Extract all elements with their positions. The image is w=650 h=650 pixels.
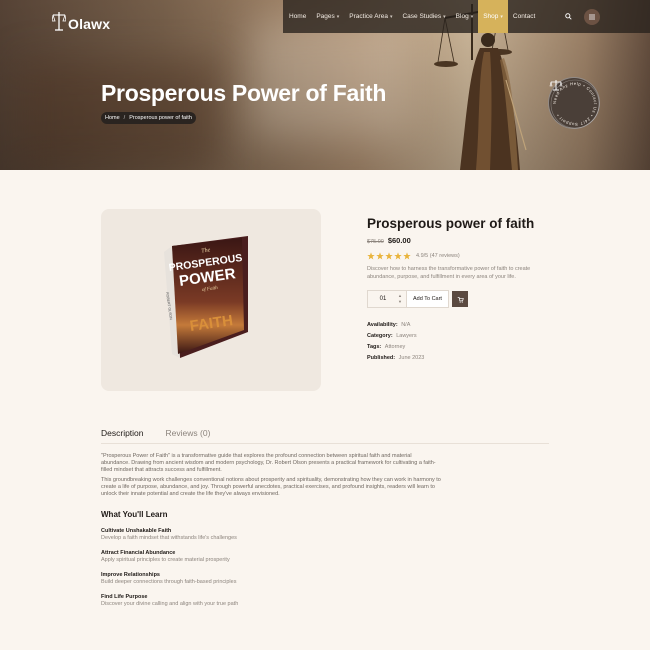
chevron-down-icon: ▾ (470, 13, 474, 20)
meta-published: Published: June 2023 (367, 353, 557, 364)
star-icon (403, 252, 411, 260)
page-title: Prosperous Power of Faith (101, 80, 387, 106)
main-nav: Home Pages ▾ Practice Area ▾ Case Studie… (283, 0, 650, 33)
meta-label: Published: (367, 355, 396, 361)
breadcrumb-current: Prosperous power of faith (129, 115, 192, 121)
learn-item-desc: Build deeper connections through faith-b… (101, 578, 237, 585)
list-item: Find Life Purpose Discover your divine c… (101, 594, 441, 607)
product-info: Prosperous power of faith $75.00 $60.00 … (367, 216, 557, 364)
product-meta: Availability: N/A Category: Lawyers Tags… (367, 320, 557, 364)
add-to-cart-button[interactable]: Add To Cart (407, 290, 449, 308)
star-icon (394, 252, 402, 260)
meta-value: June 2023 (398, 355, 425, 361)
star-icon (367, 252, 375, 260)
scales-logo-icon (52, 12, 66, 31)
description-paragraph: This groundbreaking work challenges conv… (101, 477, 441, 497)
nav-item-contact[interactable]: Contact (508, 0, 540, 33)
cart-controls: 01 ▲ ▼ Add To Cart (367, 290, 557, 308)
breadcrumb-separator: / (123, 115, 126, 121)
nav-label: Blog (455, 13, 469, 20)
nav-label: Pages (316, 13, 335, 20)
chevron-down-icon: ▾ (443, 13, 446, 20)
meta-availability: Availability: N/A (367, 320, 557, 331)
brand-name: Olawx (68, 16, 111, 32)
category-link[interactable]: Lawyers (396, 333, 416, 339)
nav-label: Case Studies (402, 13, 442, 20)
tab-description[interactable]: Description (101, 428, 166, 443)
rating: 4.9/5 (47 reviews) (367, 252, 557, 260)
meta-label: Availability: (367, 322, 398, 328)
product-description: Discover how to harness the transformati… (367, 266, 531, 280)
description-paragraph: "Prosperous Power of Faith" is a transfo… (101, 453, 436, 473)
chevron-down-icon: ▾ (336, 13, 340, 20)
brand-logo[interactable]: Olawx (52, 10, 110, 32)
nav-item-home[interactable]: Home (283, 0, 311, 33)
description-panel: "Prosperous Power of Faith" is a transfo… (101, 453, 441, 607)
rating-text: 4.9/5 (47 reviews) (416, 253, 460, 259)
quantity-stepper[interactable]: 01 ▲ ▼ (367, 290, 407, 308)
nav-item-blog[interactable]: Blog ▾ (451, 0, 479, 33)
chevron-down-icon: ▾ (500, 13, 503, 20)
star-icon (385, 252, 393, 260)
learn-item-desc: Discover your divine calling and align w… (101, 600, 239, 607)
learn-heading: What You'll Learn (101, 509, 168, 519)
hero-banner: Olawx Home Pages ▾ Practice Area ▾ Case … (0, 0, 650, 170)
current-price: $60.00 (387, 236, 411, 245)
product-title: Prosperous power of faith (367, 216, 535, 231)
price-block: $75.00 $60.00 (367, 236, 557, 245)
product-image-card: The PROSPEROUS POWER of Faith FAITH ROBE… (101, 209, 321, 391)
breadcrumb-home-link[interactable]: Home (105, 115, 120, 121)
star-icon (376, 252, 384, 260)
scales-icon (549, 80, 563, 91)
meta-category: Category: Lawyers (367, 331, 557, 342)
nav-label: Contact (512, 13, 536, 20)
nav-item-pages[interactable]: Pages ▾ (311, 0, 344, 33)
list-item: Improve Relationships Build deeper conne… (101, 572, 441, 585)
tag-link[interactable]: Attorney (385, 344, 405, 350)
chevron-down-icon: ▾ (389, 13, 393, 20)
nav-label: Shop (483, 13, 499, 20)
nav-item-case-studies[interactable]: Case Studies ▾ (397, 0, 450, 33)
nav-item-practice-area[interactable]: Practice Area ▾ (344, 0, 397, 33)
learn-item-desc: Develop a faith mindset that withstands … (101, 534, 237, 541)
product-tabs: Description Reviews (0) (101, 428, 549, 444)
nav-label: Home (289, 13, 307, 20)
meta-tags: Tags: Attorney (367, 342, 557, 353)
book-cover-image[interactable]: The PROSPEROUS POWER of Faith FAITH ROBE… (158, 236, 248, 358)
breadcrumb: Home / Prosperous power of faith (101, 112, 196, 124)
old-price: $75.00 (367, 239, 384, 245)
learn-item-desc: Apply spiritual principles to create mat… (101, 556, 230, 563)
learn-item-title: Cultivate Unshakable Faith (101, 527, 172, 534)
list-item: Attract Financial Abundance Apply spirit… (101, 550, 441, 563)
tab-reviews[interactable]: Reviews (0) (166, 428, 233, 443)
nav-item-shop[interactable]: Shop ▾ (478, 0, 508, 33)
meta-value: N/A (401, 322, 411, 328)
learn-item-title: Find Life Purpose (101, 593, 148, 600)
list-item: Cultivate Unshakable Faith Develop a fai… (101, 528, 441, 541)
cart-icon (457, 296, 464, 303)
learn-item-title: Improve Relationships (101, 571, 160, 578)
meta-label: Category: (367, 333, 393, 339)
nav-label: Practice Area (349, 13, 388, 20)
meta-label: Tags: (367, 344, 382, 350)
learn-item-title: Attract Financial Abundance (101, 549, 176, 556)
decrement-icon[interactable]: ▼ (398, 299, 402, 305)
help-contact-badge[interactable]: Need Any Help • Contact Us • 24/7 Suppor… (548, 77, 600, 129)
wishlist-button[interactable] (452, 291, 468, 307)
grid-menu-icon[interactable] (584, 8, 600, 25)
search-icon[interactable] (556, 0, 580, 33)
